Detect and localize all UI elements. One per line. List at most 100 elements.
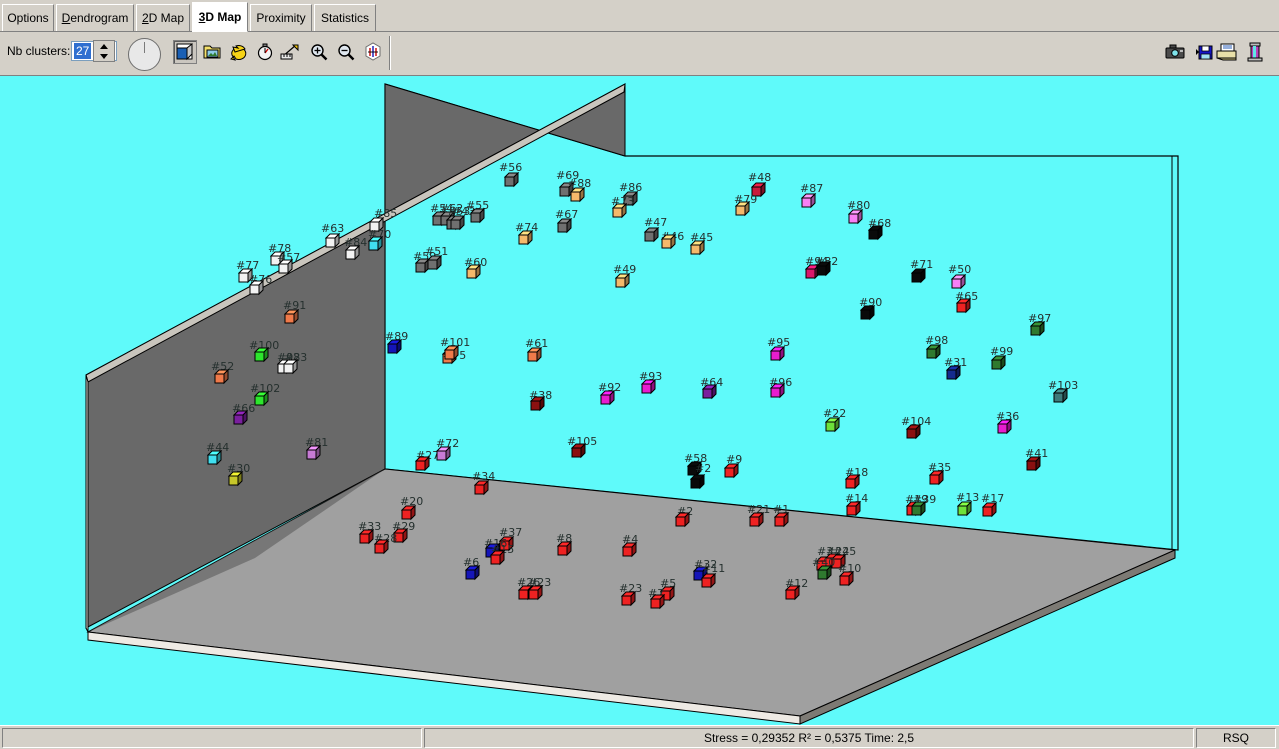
camera-snapshot-button[interactable] bbox=[1163, 40, 1187, 64]
data-point-cube[interactable] bbox=[650, 594, 666, 610]
data-point-cube[interactable] bbox=[911, 501, 927, 517]
tab-2d-map[interactable]: 2D Map bbox=[136, 4, 190, 31]
solid-box-view-button[interactable] bbox=[173, 40, 197, 64]
data-point-cube[interactable] bbox=[557, 541, 573, 557]
data-point-cube[interactable] bbox=[359, 529, 375, 545]
data-point-cube[interactable] bbox=[839, 571, 855, 587]
nb-clusters-stepper[interactable] bbox=[93, 40, 115, 62]
data-point-cube[interactable] bbox=[504, 172, 520, 188]
data-point-cube[interactable] bbox=[612, 203, 628, 219]
data-point-cube[interactable] bbox=[997, 419, 1013, 435]
data-point-cube[interactable] bbox=[982, 502, 998, 518]
data-point-cube[interactable] bbox=[470, 208, 486, 224]
data-point-cube[interactable] bbox=[401, 505, 417, 521]
zoom-out-button[interactable] bbox=[334, 40, 358, 64]
data-point-cube[interactable] bbox=[735, 201, 751, 217]
data-point-cube[interactable] bbox=[641, 379, 657, 395]
data-point-cube[interactable] bbox=[926, 344, 942, 360]
measure-button[interactable] bbox=[278, 40, 302, 64]
refresh-rotate-button[interactable] bbox=[227, 40, 251, 64]
data-point-cube[interactable] bbox=[571, 443, 587, 459]
data-point-cube[interactable] bbox=[770, 346, 786, 362]
data-point-cube[interactable] bbox=[444, 345, 460, 361]
tab-dendrogram[interactable]: Dendrogram bbox=[56, 4, 134, 31]
data-point-cube[interactable] bbox=[474, 480, 490, 496]
data-point-cube[interactable] bbox=[345, 245, 361, 261]
stepper-down-icon[interactable] bbox=[96, 52, 112, 60]
data-point-cube[interactable] bbox=[848, 209, 864, 225]
data-point-cube[interactable] bbox=[957, 501, 973, 517]
data-point-cube[interactable] bbox=[490, 550, 506, 566]
tab-options[interactable]: Options bbox=[2, 4, 54, 31]
data-point-cube[interactable] bbox=[825, 417, 841, 433]
data-point-cube[interactable] bbox=[600, 390, 616, 406]
data-point-cube[interactable] bbox=[946, 365, 962, 381]
data-point-cube[interactable] bbox=[956, 298, 972, 314]
data-point-cube[interactable] bbox=[644, 227, 660, 243]
data-point-cube[interactable] bbox=[228, 471, 244, 487]
data-point-cube[interactable] bbox=[415, 456, 431, 472]
data-point-cube[interactable] bbox=[785, 585, 801, 601]
data-point-cube[interactable] bbox=[774, 512, 790, 528]
data-point-cube[interactable] bbox=[991, 355, 1007, 371]
data-point-cube[interactable] bbox=[615, 273, 631, 289]
data-point-cube[interactable] bbox=[770, 383, 786, 399]
data-point-cube[interactable] bbox=[387, 339, 403, 355]
data-point-cube[interactable] bbox=[846, 501, 862, 517]
data-point-cube[interactable] bbox=[306, 445, 322, 461]
data-point-cube[interactable] bbox=[817, 565, 833, 581]
data-point-cube[interactable] bbox=[690, 240, 706, 256]
data-point-cube[interactable] bbox=[527, 347, 543, 363]
data-point-cube[interactable] bbox=[661, 234, 677, 250]
data-point-cube[interactable] bbox=[906, 424, 922, 440]
data-point-cube[interactable] bbox=[860, 305, 876, 321]
data-point-cube[interactable] bbox=[951, 274, 967, 290]
data-point-cube[interactable] bbox=[816, 261, 832, 277]
image-export-button[interactable] bbox=[200, 40, 224, 64]
data-point-cube[interactable] bbox=[929, 470, 945, 486]
data-point-cube[interactable] bbox=[702, 384, 718, 400]
data-point-cube[interactable] bbox=[868, 225, 884, 241]
data-point-cube[interactable] bbox=[621, 591, 637, 607]
data-point-cube[interactable] bbox=[450, 215, 466, 231]
data-point-cube[interactable] bbox=[701, 573, 717, 589]
data-point-cube[interactable] bbox=[845, 474, 861, 490]
rotation-dial[interactable] bbox=[128, 38, 161, 71]
zoom-in-button[interactable] bbox=[307, 40, 331, 64]
data-point-cube[interactable] bbox=[214, 369, 230, 385]
data-point-cube[interactable] bbox=[325, 233, 341, 249]
axes-cube-button[interactable] bbox=[361, 40, 385, 64]
data-point-cube[interactable] bbox=[518, 230, 534, 246]
data-point-cube[interactable] bbox=[1026, 456, 1042, 472]
save-to-disk-button[interactable] bbox=[1190, 40, 1214, 64]
data-point-cube[interactable] bbox=[374, 539, 390, 555]
data-point-cube[interactable] bbox=[465, 565, 481, 581]
data-point-cube[interactable] bbox=[724, 463, 740, 479]
data-point-cube[interactable] bbox=[622, 542, 638, 558]
data-point-cube[interactable] bbox=[557, 218, 573, 234]
data-point-cube[interactable] bbox=[436, 446, 452, 462]
data-point-cube[interactable] bbox=[1053, 388, 1069, 404]
data-point-cube[interactable] bbox=[254, 347, 270, 363]
data-point-cube[interactable] bbox=[284, 309, 300, 325]
data-point-cube[interactable] bbox=[278, 259, 294, 275]
data-point-cube[interactable] bbox=[368, 236, 384, 252]
data-point-cube[interactable] bbox=[690, 474, 706, 490]
print-button[interactable] bbox=[1215, 40, 1239, 64]
tab-proximity[interactable]: Proximity bbox=[250, 4, 312, 31]
data-point-cube[interactable] bbox=[283, 359, 299, 375]
data-point-cube[interactable] bbox=[254, 391, 270, 407]
data-point-cube[interactable] bbox=[207, 450, 223, 466]
data-point-cube[interactable] bbox=[801, 193, 817, 209]
data-point-cube[interactable] bbox=[249, 280, 265, 296]
data-point-cube[interactable] bbox=[233, 410, 249, 426]
data-point-cube[interactable] bbox=[1030, 321, 1046, 337]
export-column-button[interactable] bbox=[1243, 40, 1267, 64]
data-point-cube[interactable] bbox=[749, 512, 765, 528]
stepper-up-icon[interactable] bbox=[96, 42, 112, 50]
data-point-cube[interactable] bbox=[911, 268, 927, 284]
map-3d-canvas[interactable]: #56 #69 #88 #86 #73 #48 #79 #87 #80 #68 #54 #62 #53 #… bbox=[0, 76, 1279, 725]
data-point-cube[interactable] bbox=[570, 187, 586, 203]
tab-3d-map[interactable]: 3D Map bbox=[192, 2, 248, 32]
data-point-cube[interactable] bbox=[675, 512, 691, 528]
